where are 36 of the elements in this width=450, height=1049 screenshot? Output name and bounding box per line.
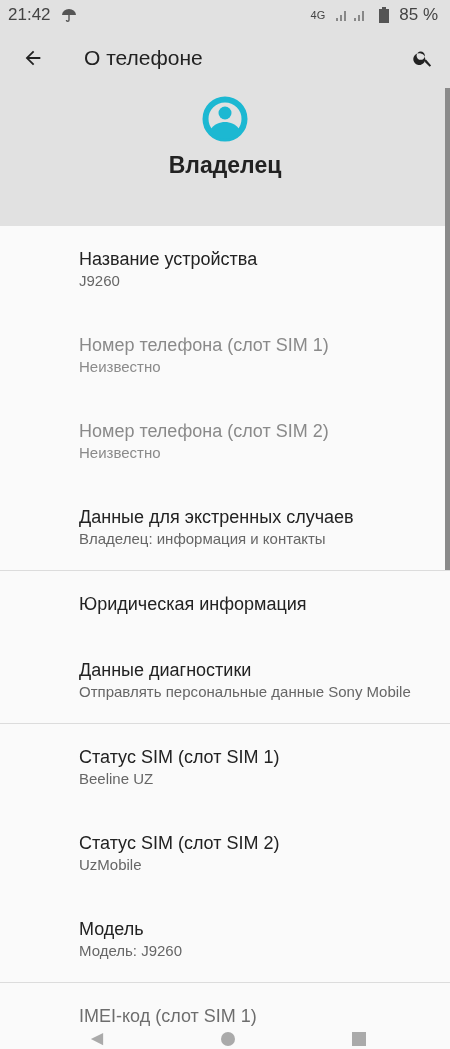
owner-name: Владелец (168, 152, 282, 179)
status-time: 21:42 (8, 5, 51, 25)
settings-item[interactable]: Данные диагностики Отправлять персональные данные Sony Mobile (0, 637, 444, 723)
page-title: О телефоне (84, 46, 204, 70)
item-summary: J9260 (79, 271, 120, 291)
item-summary: Неизвестно (79, 443, 161, 463)
home-nav-icon[interactable] (221, 1032, 235, 1046)
item-summary: Модель: J9260 (79, 941, 183, 961)
umbrella-icon (60, 7, 77, 23)
item-summary: Владелец: информация и контакты (79, 529, 326, 549)
item-summary: Отправлять персональные данные Sony Mobile (79, 682, 411, 702)
item-title: Статус SIM (слот SIM 2) (79, 832, 280, 855)
network-type: 4G (310, 9, 326, 21)
back-nav-icon[interactable] (90, 1032, 104, 1046)
item-title: Номер телефона (слот SIM 1) (79, 334, 329, 357)
item-title: Статус SIM (слот SIM 1) (79, 746, 280, 769)
battery-percent: 85 % (399, 5, 438, 25)
item-title: Номер телефона (слот SIM 2) (79, 420, 329, 443)
item-title: Данные диагностики (79, 659, 252, 682)
item-title: Название устройства (79, 248, 258, 271)
settings-item[interactable]: Модель Модель: J9260 (0, 896, 444, 982)
item-title: Юридическая информация (79, 593, 307, 616)
account-icon (202, 96, 248, 142)
settings-item[interactable]: Юридическая информация (0, 571, 444, 637)
battery-icon (379, 7, 390, 23)
item-summary: Beeline UZ (79, 769, 154, 789)
settings-item[interactable]: IMEI-код (слот SIM 1) (0, 983, 444, 1049)
item-summary: UzMobile (79, 855, 142, 875)
item-title: Модель (79, 918, 144, 941)
settings-item[interactable]: Название устройства J9260 (0, 226, 444, 312)
item-title: Данные для экстренных случаев (79, 506, 354, 529)
settings-item[interactable]: Данные для экстренных случаев Владелец: информация и контакты (0, 484, 444, 570)
item-title: IMEI-код (слот SIM 1) (79, 1005, 257, 1028)
settings-item[interactable]: Статус SIM (слот SIM 2) UzMobile (0, 810, 444, 896)
settings-item[interactable]: Статус SIM (слот SIM 1) Beeline UZ (0, 724, 444, 810)
item-summary: Неизвестно (79, 357, 161, 377)
